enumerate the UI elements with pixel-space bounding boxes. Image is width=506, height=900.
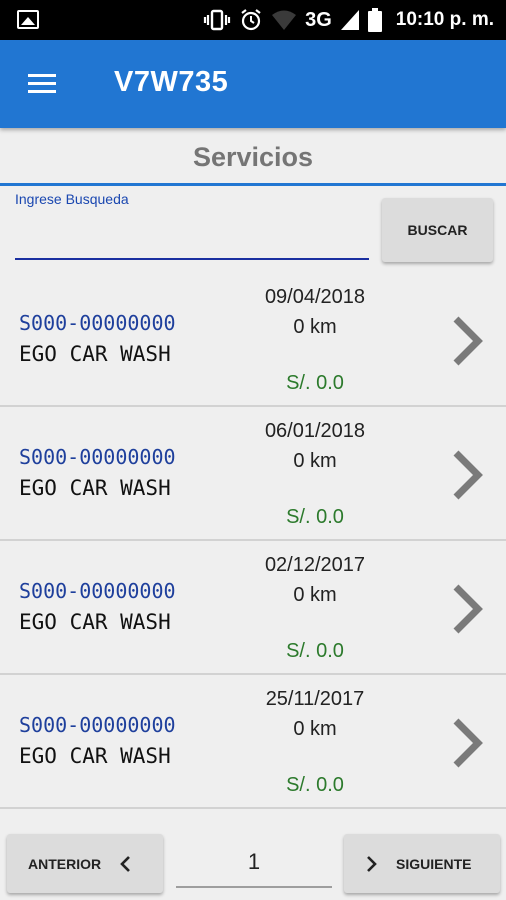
hamburger-menu-icon[interactable] — [22, 68, 62, 100]
service-name: EGO CAR WASH — [19, 744, 171, 768]
service-row[interactable]: S000-00000000 EGO CAR WASH 09/04/2018 0 … — [0, 273, 506, 407]
battery-icon — [367, 8, 382, 32]
pagination: ANTERIOR SIGUIENTE — [0, 824, 506, 900]
wifi-icon — [271, 9, 297, 31]
chevron-right-icon[interactable] — [448, 313, 488, 369]
alarm-icon — [239, 8, 263, 32]
search-button[interactable]: BUSCAR — [382, 198, 493, 262]
service-row[interactable]: S000-00000000 EGO CAR WASH 06/01/2018 0 … — [0, 407, 506, 541]
service-date: 02/12/2017 — [264, 554, 366, 576]
search-label: Ingrese Busqueda — [15, 191, 129, 207]
service-km: 0 km — [293, 584, 337, 606]
page-number-field[interactable] — [176, 838, 332, 888]
service-code: S000-00000000 — [19, 311, 176, 335]
app-title: V7W735 — [114, 66, 229, 98]
service-name: EGO CAR WASH — [19, 610, 171, 634]
section-title: Servicios — [192, 142, 314, 172]
service-row[interactable]: S000-00000000 EGO CAR WASH 02/12/2017 0 … — [0, 541, 506, 675]
chevron-right-icon[interactable] — [448, 447, 488, 503]
service-code: S000-00000000 — [19, 445, 176, 469]
service-name: EGO CAR WASH — [19, 342, 171, 366]
service-name: EGO CAR WASH — [19, 476, 171, 500]
signal-icon — [340, 9, 360, 31]
service-amount: S/. 0.0 — [286, 372, 344, 394]
service-amount: S/. 0.0 — [286, 774, 344, 796]
service-km: 0 km — [293, 718, 337, 740]
service-row[interactable]: S000-00000000 EGO CAR WASH 25/11/2017 0 … — [0, 675, 506, 809]
vibrate-icon — [203, 9, 231, 31]
service-code: S000-00000000 — [19, 713, 176, 737]
service-amount: S/. 0.0 — [286, 640, 344, 662]
image-icon — [17, 10, 39, 29]
app-bar: V7W735 — [0, 40, 506, 128]
services-list: S000-00000000 EGO CAR WASH 09/04/2018 0 … — [0, 273, 506, 809]
clock: 10:10 p. m. — [395, 9, 494, 30]
previous-page-button[interactable]: ANTERIOR — [7, 834, 163, 893]
network-type: 3G — [305, 8, 332, 31]
chevron-right-icon — [367, 855, 377, 872]
next-label: SIGUIENTE — [396, 855, 472, 872]
status-bar: 3G 10:10 p. m. — [0, 0, 506, 40]
service-date: 25/11/2017 — [265, 688, 365, 710]
previous-label: ANTERIOR — [28, 855, 102, 872]
search-input[interactable] — [15, 212, 369, 260]
service-amount: S/. 0.0 — [286, 506, 344, 528]
next-page-button[interactable]: SIGUIENTE — [344, 834, 500, 893]
service-date: 06/01/2018 — [264, 420, 366, 442]
chevron-right-icon[interactable] — [448, 715, 488, 771]
section-divider — [0, 183, 506, 186]
chevron-right-icon[interactable] — [448, 581, 488, 637]
chevron-left-icon — [120, 855, 131, 872]
service-date: 09/04/2018 — [264, 286, 366, 308]
service-km: 0 km — [293, 450, 337, 472]
service-km: 0 km — [293, 316, 337, 338]
service-code: S000-00000000 — [19, 579, 176, 603]
